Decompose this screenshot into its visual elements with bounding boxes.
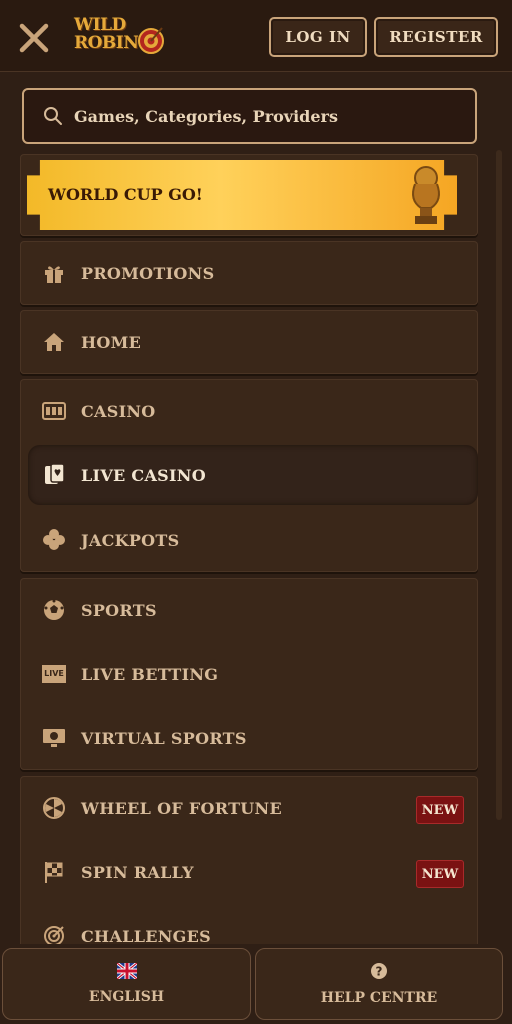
soccer-ball-icon bbox=[42, 598, 66, 622]
menu-item-live-casino[interactable]: LIVE CASINO bbox=[28, 445, 478, 505]
menu-item-virtual-sports[interactable]: VIRTUAL SPORTS bbox=[20, 706, 478, 770]
top-header: WILD ROBIN LOG IN REGISTER bbox=[0, 0, 512, 72]
wheel-icon bbox=[42, 796, 66, 820]
language-button[interactable]: ENGLISH bbox=[2, 948, 251, 1020]
menu-item-sports[interactable]: SPORTS bbox=[20, 578, 478, 642]
close-icon[interactable] bbox=[16, 20, 52, 56]
casino-panel: CASINO LIVE CASINO JACKPOTS bbox=[20, 379, 478, 572]
menu-label-challenges: CHALLENGES bbox=[81, 926, 211, 946]
trophy-icon bbox=[405, 164, 447, 226]
menu-label-jackpots: JACKPOTS bbox=[81, 530, 180, 550]
target-logo-icon bbox=[138, 27, 164, 54]
live-icon-text: LIVE bbox=[42, 665, 66, 683]
clover-icon bbox=[42, 528, 66, 552]
checkered-flag-icon bbox=[42, 860, 66, 884]
menu-item-spin-rally[interactable]: SPIN RALLY NEW bbox=[20, 840, 478, 904]
search-input[interactable]: Games, Categories, Providers bbox=[22, 88, 477, 144]
menu-item-casino[interactable]: CASINO bbox=[20, 379, 478, 443]
monitor-icon bbox=[42, 726, 66, 750]
menu-scrollbar[interactable] bbox=[496, 150, 502, 820]
new-badge: NEW bbox=[416, 860, 464, 888]
menu-item-live-betting[interactable]: LIVE LIVE BETTING bbox=[20, 642, 478, 706]
menu-item-jackpots[interactable]: JACKPOTS bbox=[20, 508, 478, 572]
search-placeholder: Games, Categories, Providers bbox=[74, 106, 338, 126]
home-icon bbox=[42, 330, 66, 354]
language-label: ENGLISH bbox=[88, 989, 165, 1005]
menu-label-promotions: PROMOTIONS bbox=[81, 263, 215, 283]
slot-machine-icon bbox=[42, 399, 66, 423]
bottom-footer: ENGLISH ? HELP CENTRE bbox=[0, 944, 512, 1024]
games-panel: WHEEL OF FORTUNE NEW SPIN RALLY NEW CHAL… bbox=[20, 776, 478, 956]
wild-robin-logo[interactable]: WILD ROBIN bbox=[74, 12, 170, 60]
playing-cards-icon bbox=[42, 463, 66, 487]
world-cup-banner[interactable]: WORLD CUP GO! bbox=[27, 160, 457, 230]
promotions-panel: PROMOTIONS bbox=[20, 241, 478, 305]
svg-text:?: ? bbox=[376, 965, 383, 979]
menu-item-wheel-of-fortune[interactable]: WHEEL OF FORTUNE NEW bbox=[20, 776, 478, 840]
help-icon: ? bbox=[370, 962, 388, 984]
live-icon: LIVE bbox=[42, 662, 66, 686]
banner-label: WORLD CUP GO! bbox=[48, 185, 203, 204]
menu-label-sports: SPORTS bbox=[81, 600, 157, 620]
logo-line-1: WILD bbox=[74, 15, 126, 35]
menu-label-casino: CASINO bbox=[81, 401, 156, 421]
uk-flag-icon bbox=[115, 961, 138, 983]
gift-icon bbox=[42, 261, 66, 285]
menu-label-virtual-sports: VIRTUAL SPORTS bbox=[81, 728, 247, 748]
logo-line-2: ROBIN bbox=[74, 33, 139, 53]
menu-item-home[interactable]: HOME bbox=[20, 310, 478, 374]
login-button[interactable]: LOG IN bbox=[269, 17, 367, 57]
new-badge: NEW bbox=[416, 796, 464, 824]
search-icon bbox=[42, 105, 64, 127]
help-label: HELP CENTRE bbox=[320, 990, 438, 1006]
menu-label-live-betting: LIVE BETTING bbox=[81, 664, 219, 684]
menu-label-wheel-of-fortune: WHEEL OF FORTUNE bbox=[81, 798, 282, 818]
menu-label-live-casino: LIVE CASINO bbox=[81, 465, 206, 485]
sports-panel: SPORTS LIVE LIVE BETTING VIRTUAL SPORTS bbox=[20, 578, 478, 770]
register-button[interactable]: REGISTER bbox=[374, 17, 498, 57]
help-centre-button[interactable]: ? HELP CENTRE bbox=[255, 948, 503, 1020]
menu-label-home: HOME bbox=[81, 332, 142, 352]
menu-label-spin-rally: SPIN RALLY bbox=[81, 862, 194, 882]
menu-item-promotions[interactable]: PROMOTIONS bbox=[20, 241, 478, 305]
home-panel: HOME bbox=[20, 310, 478, 374]
